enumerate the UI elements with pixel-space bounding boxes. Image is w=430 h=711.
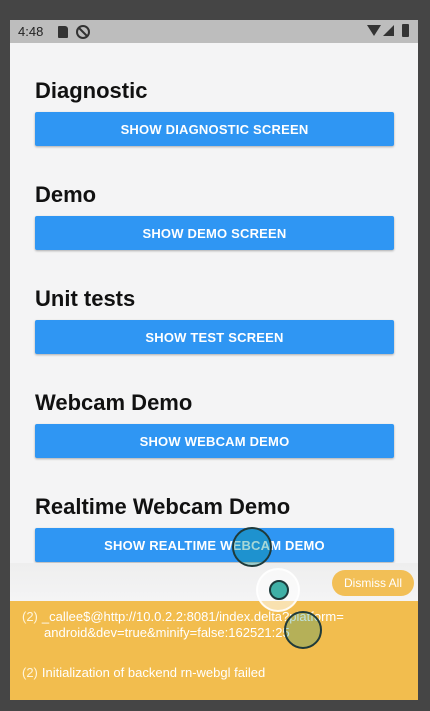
section-title-diagnostic: Diagnostic <box>35 78 148 103</box>
log-entry[interactable]: (2) _callee$@http://10.0.2.2:8081/index.d… <box>22 609 392 641</box>
wifi-icon <box>367 25 381 36</box>
touch-indicator-dot <box>269 580 289 600</box>
show-demo-screen-button[interactable]: SHOW DEMO SCREEN <box>35 216 394 250</box>
battery-icon <box>402 24 409 37</box>
log-entry[interactable]: (2) Initialization of backend rn-webgl fa… <box>22 665 265 681</box>
log-count: (2) <box>22 609 38 624</box>
log-message-continued: android&dev=true&minify=false:162521:25 <box>44 625 290 640</box>
show-webcam-demo-button[interactable]: SHOW WEBCAM DEMO <box>35 424 394 458</box>
log-box[interactable]: (2) _callee$@http://10.0.2.2:8081/index.d… <box>10 601 418 700</box>
section-title-demo: Demo <box>35 182 97 207</box>
show-test-screen-button[interactable]: SHOW TEST SCREEN <box>35 320 394 354</box>
sd-card-icon <box>58 26 68 38</box>
touch-indicator <box>284 611 322 649</box>
log-count: (2) <box>22 665 38 680</box>
block-icon <box>76 25 90 39</box>
show-realtime-webcam-demo-button[interactable]: SHOW REALTIME WEBCAM DEMO <box>35 528 394 562</box>
signal-icon <box>383 25 394 36</box>
dismiss-all-button[interactable]: Dismiss All <box>332 570 414 596</box>
status-time: 4:48 <box>18 24 44 39</box>
touch-indicator <box>232 527 272 567</box>
status-bar: 4:48 <box>10 20 418 43</box>
section-title-webcam-demo: Webcam Demo <box>35 390 193 415</box>
section-title-realtime-webcam-demo: Realtime Webcam Demo <box>35 494 291 519</box>
section-title-unit-tests: Unit tests <box>35 286 136 311</box>
touch-indicator <box>256 568 300 612</box>
phone-screen: 4:48 Diagnostic SHOW DIAGNOSTIC SCREEN D… <box>10 20 418 700</box>
show-diagnostic-screen-button[interactable]: SHOW DIAGNOSTIC SCREEN <box>35 112 394 146</box>
log-message: Initialization of backend rn-webgl faile… <box>41 665 266 680</box>
